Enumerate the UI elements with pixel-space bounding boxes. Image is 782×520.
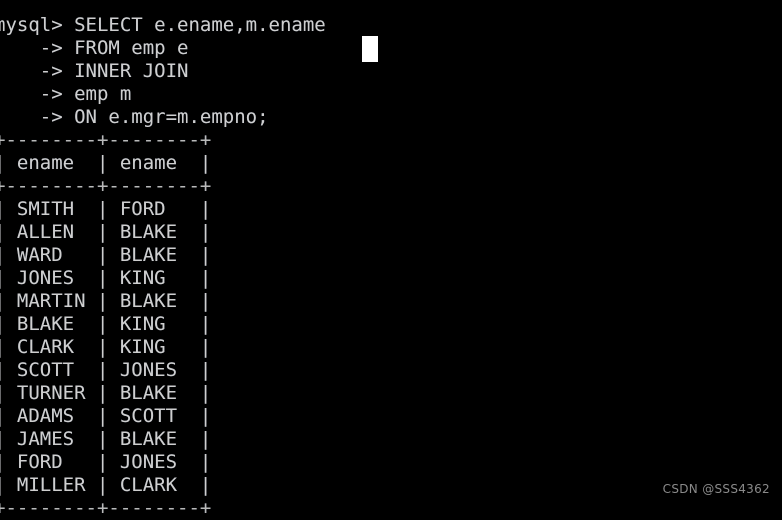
table-row: | TURNER | BLAKE | <box>0 382 212 404</box>
query-line: mysql> SELECT e.ename,m.ename <box>0 14 326 36</box>
table-row: | CLARK | KING | <box>0 336 212 358</box>
query-line: -> ON e.mgr=m.empno; <box>0 106 269 128</box>
table-row: | JONES | KING | <box>0 267 212 289</box>
text-cursor <box>362 36 378 62</box>
watermark-label: CSDN @SSS4362 <box>662 482 770 496</box>
table-row: | SCOTT | JONES | <box>0 359 212 381</box>
query-line: -> INNER JOIN <box>0 60 189 82</box>
table-row: | MARTIN | BLAKE | <box>0 290 212 312</box>
table-row: | FORD | JONES | <box>0 451 212 473</box>
table-row: | ALLEN | BLAKE | <box>0 221 212 243</box>
table-header-row: | ename | ename | <box>0 152 212 174</box>
query-line: -> emp m <box>0 83 132 105</box>
table-row: | ADAMS | SCOTT | <box>0 405 212 427</box>
table-row: | BLAKE | KING | <box>0 313 212 335</box>
table-header-rule: +--------+--------+ <box>0 175 212 197</box>
table-row: | WARD | BLAKE | <box>0 244 212 266</box>
terminal-output: mysql> SELECT e.ename,m.ename -> FROM em… <box>0 14 782 520</box>
table-row: | SMITH | FORD | <box>0 198 212 220</box>
query-line: -> FROM emp e <box>0 37 189 59</box>
table-bottom-rule: +--------+--------+ <box>0 497 212 519</box>
table-row: | JAMES | BLAKE | <box>0 428 212 450</box>
table-top-rule: +--------+--------+ <box>0 129 212 151</box>
mysql-terminal-window[interactable]: mysql> SELECT e.ename,m.ename -> FROM em… <box>0 0 782 519</box>
